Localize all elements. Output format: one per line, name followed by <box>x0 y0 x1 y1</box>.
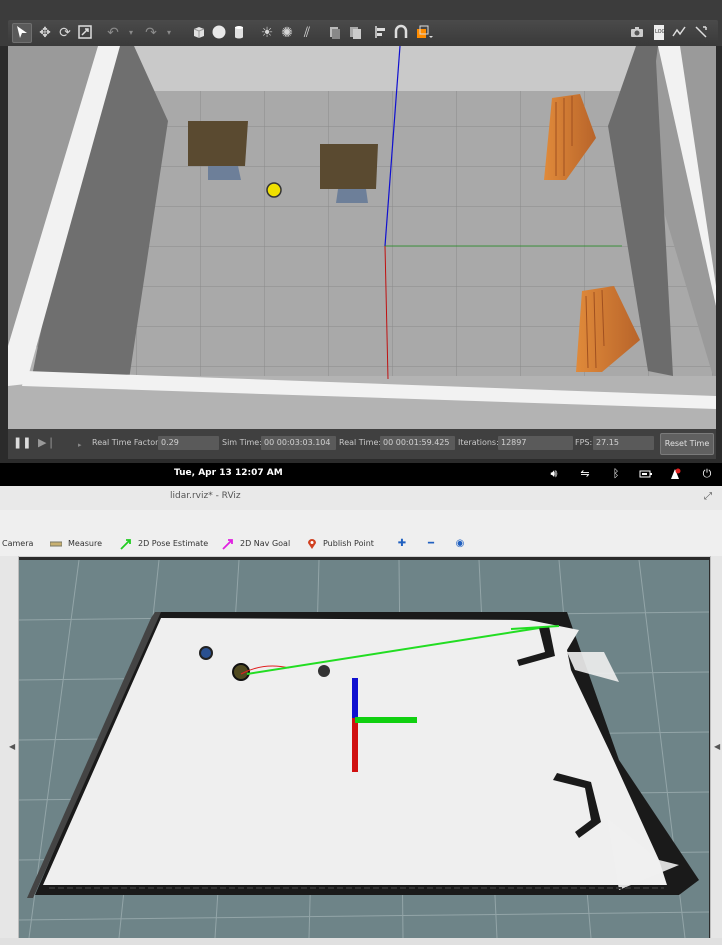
remove-tool-icon[interactable]: ━ <box>425 538 437 550</box>
pose-estimate-tool[interactable]: 2D Pose Estimate <box>138 539 208 548</box>
rviz-3d-viewport[interactable] <box>19 560 709 938</box>
select-arrow-icon[interactable] <box>12 23 32 43</box>
rviz-title-bar: lidar.rviz* - RViz ⤢ <box>0 486 722 511</box>
gazebo-scene <box>8 46 716 429</box>
rviz-right-panel[interactable]: ◀ <box>710 556 722 945</box>
screenshot-icon[interactable] <box>628 24 646 42</box>
measure-icon[interactable] <box>49 538 63 550</box>
rviz-scene <box>19 560 709 938</box>
reset-time-button[interactable]: Reset Time <box>660 433 714 455</box>
panel-time[interactable]: 12:07 AM <box>235 468 283 478</box>
rviz-menu-area <box>0 510 722 535</box>
redo-menu-icon[interactable]: ▾ <box>160 24 178 42</box>
collapse-left-icon[interactable]: ◀ <box>9 742 15 751</box>
panel-date[interactable]: Tue, Apr 13 <box>174 468 232 478</box>
collapse-right-icon[interactable]: ◀ <box>714 742 720 751</box>
notification-icon[interactable] <box>668 467 682 481</box>
rviz-tools-bar: Camera Measure 2D Pose Estimate 2D Nav G… <box>0 534 722 557</box>
paste-icon[interactable] <box>346 24 364 42</box>
translate-icon[interactable]: ✥ <box>36 24 54 42</box>
more-icon[interactable] <box>692 24 710 42</box>
rviz-bottom-bar <box>0 938 722 945</box>
rotate-icon[interactable]: ⟳ <box>56 24 74 42</box>
rviz-window-title: lidar.rviz* - RViz <box>170 491 241 501</box>
spot-light-icon[interactable]: ✺ <box>278 24 296 42</box>
copy-icon[interactable] <box>326 24 344 42</box>
gazebo-toolbar: ✥ ⟳ ↶ ▾ ↷ ▾ ☀ ✺ ⫽ LOG <box>0 0 722 46</box>
gazebo-status-bar: ❚❚ ▶❘ ▸ Real Time Factor: 0.29 Sim Time:… <box>8 429 716 459</box>
gazebo-toolbar-bar: ✥ ⟳ ↶ ▾ ↷ ▾ ☀ ✺ ⫽ LOG <box>8 20 718 46</box>
sphere-icon[interactable] <box>210 24 228 42</box>
undo-icon[interactable]: ↶ <box>104 24 122 42</box>
tool-properties-icon[interactable]: ◉ <box>454 538 466 550</box>
align-icon[interactable] <box>372 24 390 42</box>
redo-icon[interactable]: ↷ <box>142 24 160 42</box>
plot-icon[interactable] <box>670 24 688 42</box>
scale-icon[interactable] <box>76 24 94 42</box>
pose-estimate-icon[interactable] <box>120 538 132 550</box>
pause-icon[interactable]: ❚❚ <box>13 436 31 450</box>
log-icon[interactable]: LOG <box>650 24 668 42</box>
fps-value: 27.15 <box>593 436 654 450</box>
undo-menu-icon[interactable]: ▾ <box>122 24 140 42</box>
system-top-panel: Tue, Apr 13 12:07 AM 🔊︎ ⇋ ᛒ ⏻ <box>0 463 722 486</box>
maximize-icon[interactable]: ⤢ <box>704 491 716 503</box>
power-icon[interactable]: ⏻ <box>700 467 714 481</box>
rviz-left-panel[interactable]: ◀ <box>0 556 19 945</box>
publish-point-tool[interactable]: Publish Point <box>323 539 374 548</box>
svg-text:LOG: LOG <box>655 29 666 35</box>
camera-tool[interactable]: Camera <box>2 539 33 548</box>
real-time-factor-value: 0.29 <box>158 436 219 450</box>
snap-icon[interactable] <box>392 24 410 42</box>
cylinder-icon[interactable] <box>230 24 248 42</box>
real-time-label: Real Time: <box>339 438 382 447</box>
add-tool-icon[interactable]: ✚ <box>396 538 408 550</box>
directional-light-icon[interactable]: ⫽ <box>298 24 316 42</box>
point-light-icon[interactable]: ☀ <box>258 24 276 42</box>
nav-goal-tool[interactable]: 2D Nav Goal <box>240 539 290 548</box>
gazebo-3d-viewport[interactable] <box>8 46 716 429</box>
real-time-factor-label: Real Time Factor: <box>92 438 161 447</box>
fps-label: FPS: <box>575 438 593 447</box>
sim-time-label: Sim Time: <box>222 438 262 447</box>
view-angle-icon[interactable] <box>414 24 433 42</box>
iterations-value: 12897 <box>498 436 573 450</box>
network-icon[interactable]: ⇋ <box>578 467 592 481</box>
volume-icon[interactable]: 🔊︎ <box>547 467 561 481</box>
battery-icon[interactable] <box>639 467 653 481</box>
nav-goal-icon[interactable] <box>222 538 234 550</box>
step-count-icon[interactable]: ▸ <box>78 441 86 449</box>
iterations-label: Iterations: <box>458 438 499 447</box>
step-icon[interactable]: ▶❘ <box>38 436 56 450</box>
sim-time-value: 00 00:03:03.104 <box>261 436 336 450</box>
box-icon[interactable] <box>190 24 208 42</box>
bluetooth-icon[interactable]: ᛒ <box>609 467 623 481</box>
real-time-value: 00 00:01:59.425 <box>380 436 455 450</box>
measure-tool[interactable]: Measure <box>68 539 102 548</box>
publish-point-icon[interactable] <box>306 538 318 550</box>
